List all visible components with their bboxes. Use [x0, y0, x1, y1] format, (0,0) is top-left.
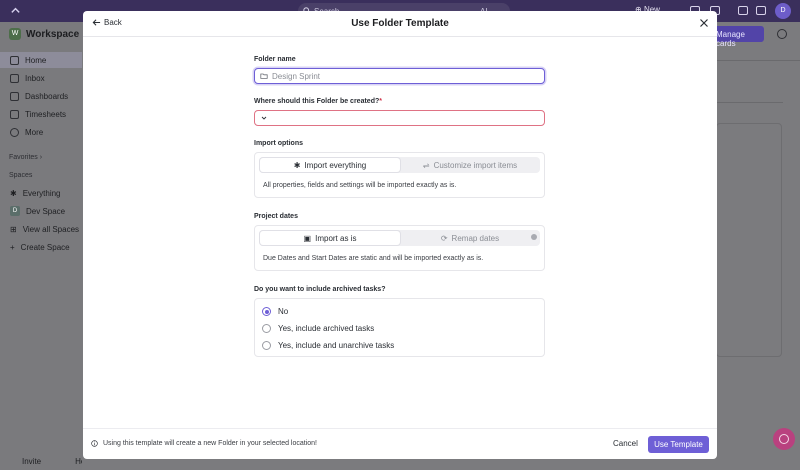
folder-name-input[interactable] [254, 68, 545, 84]
remap-dates-option[interactable]: ⟳ Remap dates [401, 231, 539, 245]
inbox-icon [10, 73, 19, 83]
user-avatar[interactable]: D [775, 3, 791, 19]
import-options-box: ✱ Import everything ⇌ Customize import i… [254, 152, 545, 198]
chevron-right-icon: › [39, 154, 43, 161]
spaces-header: Spaces [9, 172, 33, 179]
info-icon[interactable] [531, 234, 537, 240]
location-label: Where should this Folder be created?* [254, 98, 382, 105]
project-dates-box: ▣ Import as is ⟳ Remap dates Due Dates a… [254, 225, 545, 271]
customize-import-option[interactable]: ⇌ Customize import items [401, 158, 539, 172]
radio-selected[interactable] [262, 307, 271, 316]
info-icon [91, 440, 98, 447]
use-template-button[interactable]: Use Template [648, 436, 709, 453]
sliders-icon: ⇌ [422, 160, 430, 170]
background-card [716, 123, 782, 357]
favorites-header[interactable]: Favorites › [9, 154, 42, 161]
home-icon [10, 55, 19, 65]
apps-icon[interactable] [756, 6, 766, 15]
folder-icon [260, 73, 268, 79]
project-dates-segmented: ▣ Import as is ⟳ Remap dates [259, 230, 540, 246]
archived-option-no[interactable]: No [262, 307, 288, 316]
folder-name-label: Folder name [254, 56, 296, 63]
location-select[interactable] [254, 110, 545, 126]
radio-unselected[interactable] [262, 324, 271, 333]
refresh-icon: ⟳ [440, 233, 448, 243]
sidebar-item-timesheets[interactable]: Timesheets [0, 106, 82, 122]
gear-icon[interactable] [777, 29, 787, 39]
assistant-icon [779, 434, 789, 444]
close-icon[interactable] [698, 17, 710, 29]
import-everything-option[interactable]: ✱ Import everything [260, 158, 400, 172]
sidebar-item-inbox[interactable]: Inbox [0, 70, 82, 86]
use-folder-template-modal: Back Use Folder Template Folder name Whe… [83, 11, 717, 459]
space-badge: D [10, 206, 20, 216]
modal-footer: Using this template will create a new Fo… [83, 428, 717, 459]
archived-tasks-label: Do you want to include archived tasks? [254, 286, 386, 293]
project-dates-label: Project dates [254, 213, 298, 220]
divider [717, 102, 783, 103]
dashboard-icon [10, 91, 19, 101]
modal-header: Back Use Folder Template [83, 11, 717, 37]
footer-note: Using this template will create a new Fo… [91, 440, 317, 447]
calendar-icon: ▣ [303, 233, 312, 243]
assistant-fab[interactable] [773, 428, 795, 450]
sidebar-item-dev-space[interactable]: D Dev Space [0, 203, 82, 219]
archived-option-include[interactable]: Yes, include archived tasks [262, 324, 374, 333]
sidebar-item-everything[interactable]: ✱ Everything [0, 185, 82, 201]
sidebar: W Workspace 01 Home Inbox Dashboards Tim… [0, 22, 93, 470]
sidebar-item-home[interactable]: Home [0, 52, 82, 68]
project-dates-description: Due Dates and Start Dates are static and… [263, 255, 484, 262]
radio-unselected[interactable] [262, 341, 271, 350]
workspace-switcher[interactable]: W Workspace 01 [9, 28, 93, 40]
asterisk-icon: ✱ [293, 160, 301, 170]
workspace-badge: W [9, 28, 21, 40]
invite-button[interactable]: Invite [22, 457, 41, 466]
archived-tasks-box: No Yes, include archived tasks Yes, incl… [254, 298, 545, 357]
sidebar-item-view-all-spaces[interactable]: ⊞ View all Spaces [0, 221, 82, 237]
import-as-is-option[interactable]: ▣ Import as is [260, 231, 400, 245]
cancel-button[interactable]: Cancel [613, 439, 638, 448]
sidebar-item-create-space[interactable]: + Create Space [0, 239, 82, 255]
timesheet-icon [10, 109, 19, 119]
modal-title: Use Folder Template [351, 18, 449, 29]
divider [717, 60, 800, 61]
plus-icon: + [10, 242, 15, 252]
chevron-down-icon [261, 116, 267, 120]
required-mark: * [379, 98, 382, 105]
import-options-segmented: ✱ Import everything ⇌ Customize import i… [259, 157, 540, 173]
app-logo-icon[interactable] [10, 5, 21, 16]
import-options-description: All properties, fields and settings will… [263, 182, 457, 189]
archived-option-unarchive[interactable]: Yes, include and unarchive tasks [262, 341, 394, 350]
everything-icon: ✱ [10, 188, 17, 198]
sidebar-item-more[interactable]: More [0, 124, 82, 140]
more-icon [10, 127, 19, 137]
video-icon[interactable] [738, 6, 748, 15]
sidebar-item-dashboards[interactable]: Dashboards [0, 88, 82, 104]
import-options-label: Import options [254, 140, 303, 147]
grid-icon: ⊞ [10, 224, 17, 234]
